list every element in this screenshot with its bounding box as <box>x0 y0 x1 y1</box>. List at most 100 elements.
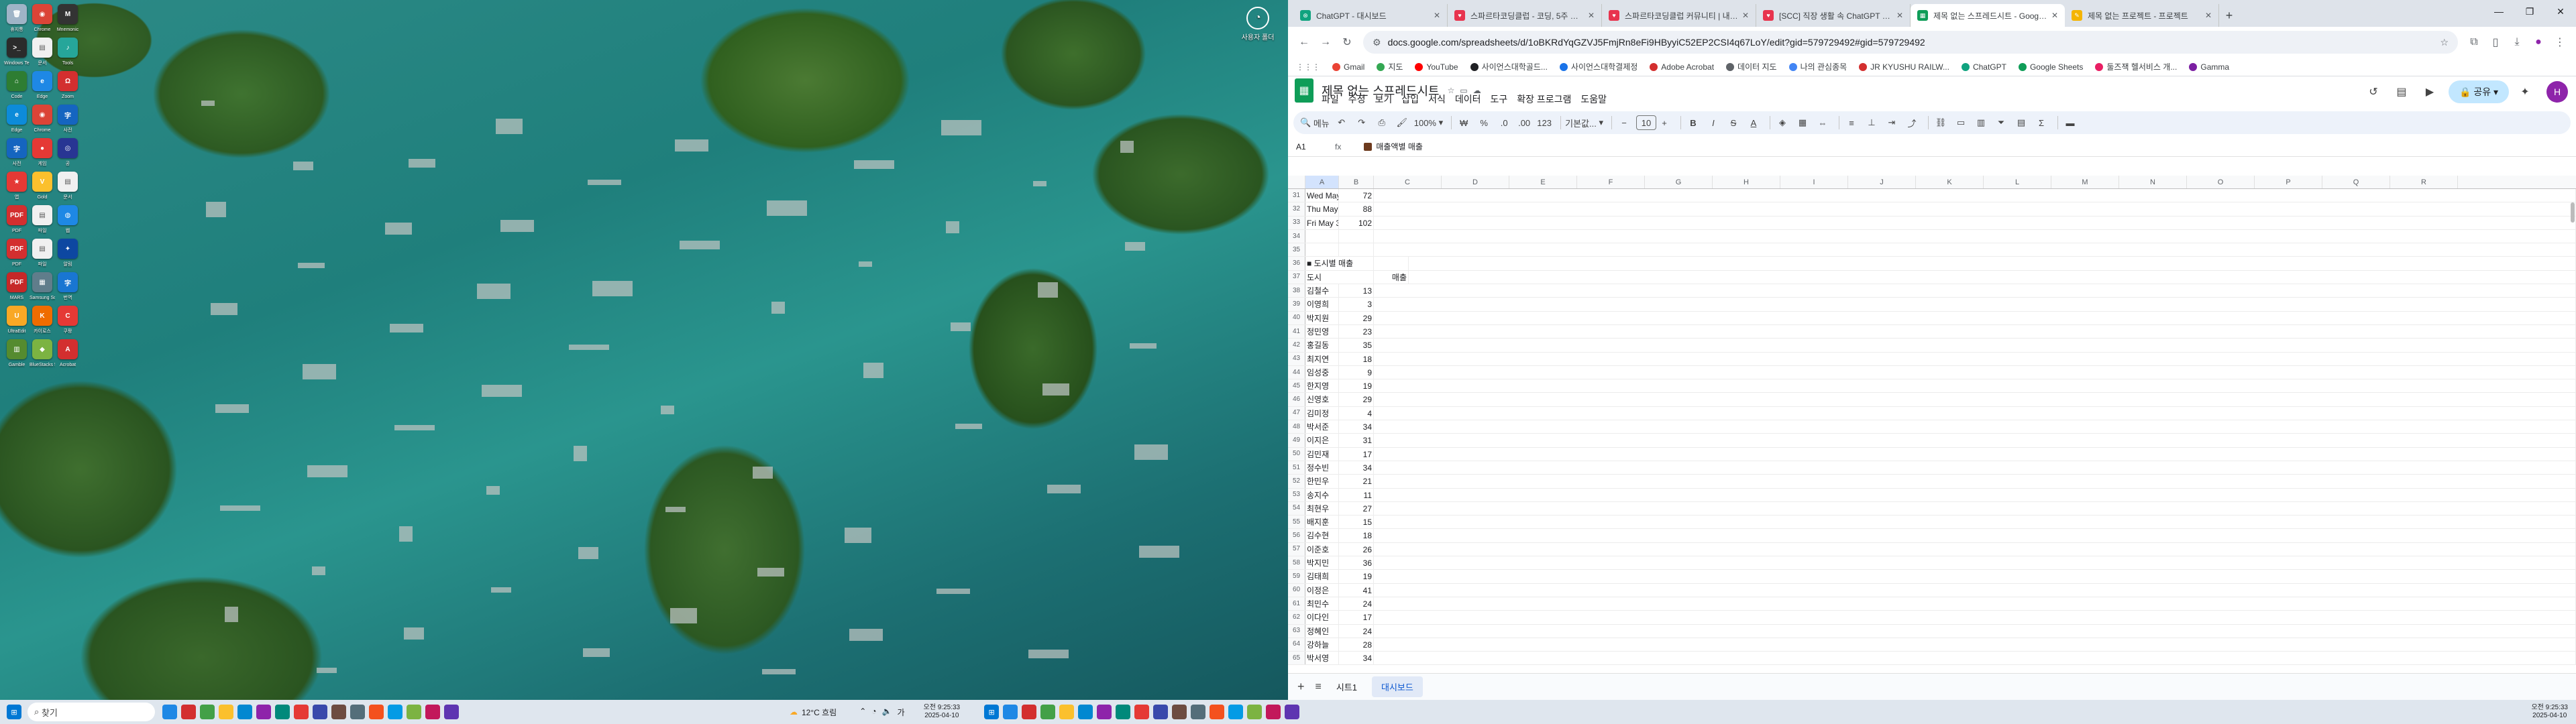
column-header[interactable]: P <box>2255 176 2322 188</box>
address-url[interactable]: docs.google.com/spreadsheets/d/1oBKRdYqG… <box>1388 37 2440 48</box>
taskbar-app-icon[interactable] <box>1285 705 1300 719</box>
taskbar-app-icon[interactable] <box>237 705 252 719</box>
bold-button[interactable]: B <box>1685 114 1701 131</box>
taskbar-app-icon[interactable] <box>256 705 271 719</box>
cell[interactable]: 이다인 <box>1305 611 1339 624</box>
cell-empty[interactable] <box>1374 339 2576 352</box>
decrease-decimal-button[interactable]: .0 <box>1496 114 1512 131</box>
row-header[interactable]: 64 <box>1288 638 1305 652</box>
cell-empty[interactable] <box>1374 365 2576 379</box>
share-button[interactable]: 🔒 공유 ▾ <box>2448 80 2509 103</box>
extensions-icon[interactable]: ⧉ <box>2463 32 2485 53</box>
name-box[interactable]: A1 <box>1288 142 1335 152</box>
cell-empty[interactable] <box>1374 229 2576 243</box>
cell-empty[interactable] <box>1374 501 2576 516</box>
undo-icon[interactable]: ↶ <box>1334 114 1350 131</box>
search-menu[interactable]: 🔍 메뉴 <box>1300 114 1330 131</box>
cell[interactable] <box>1305 243 1339 257</box>
cell[interactable]: 34 <box>1339 652 1374 665</box>
cell[interactable]: 19 <box>1339 570 1374 583</box>
column-header[interactable]: Q <box>2322 176 2390 188</box>
cell[interactable]: 정수빈 <box>1305 461 1339 475</box>
spreadsheet-grid[interactable]: ABCDEFGHIJKLMNOPQR 31Wed May 29 20247232… <box>1288 176 2576 680</box>
redo-icon[interactable]: ↷ <box>1354 114 1370 131</box>
link-icon[interactable]: ⛓ <box>1933 114 1949 131</box>
row-header[interactable]: 49 <box>1288 434 1305 447</box>
cell-empty[interactable] <box>1374 570 2576 583</box>
cell-empty[interactable] <box>1374 393 2576 406</box>
cell[interactable]: 29 <box>1339 311 1374 324</box>
taskbar-app-icon[interactable] <box>1134 705 1150 719</box>
filter-icon[interactable]: ⏷ <box>1993 114 2009 131</box>
row-header[interactable]: 44 <box>1288 365 1305 379</box>
menu-item[interactable]: 확장 프로그램 <box>1517 93 1571 106</box>
cell-empty[interactable] <box>1409 257 2576 270</box>
row-header[interactable]: 50 <box>1288 447 1305 461</box>
filter-views-icon[interactable]: ▤ <box>2013 114 2029 131</box>
desktop-icon[interactable]: ◆ BlueStacks 5 <box>30 339 55 391</box>
cell[interactable]: 3 <box>1339 298 1374 311</box>
browser-tab[interactable]: ♥ [SCC] 직장 생활 속 ChatGPT 활용... ✕ <box>1756 4 1911 27</box>
clock[interactable]: 오전 9:25:33 2025-04-10 <box>924 704 961 720</box>
row-header[interactable]: 31 <box>1288 189 1305 202</box>
cell-empty[interactable] <box>1374 652 2576 665</box>
cell[interactable]: 김미정 <box>1305 406 1339 420</box>
cell[interactable]: 4 <box>1339 406 1374 420</box>
font-select[interactable]: 기본값... ▾ <box>1565 114 1603 131</box>
menu-item[interactable]: 보기 <box>1375 93 1393 106</box>
column-header[interactable]: N <box>2119 176 2187 188</box>
cell-empty[interactable] <box>1374 352 2576 365</box>
cell[interactable]: 박서영 <box>1305 652 1339 665</box>
cell-empty[interactable] <box>1374 542 2576 556</box>
menu-item[interactable]: 삽입 <box>1401 93 1419 106</box>
cell[interactable]: 이지은 <box>1305 434 1339 447</box>
bookmark-item[interactable]: 사이언스대학결제정 <box>1559 61 1638 72</box>
taskbar-app-icon[interactable] <box>331 705 346 719</box>
gemini-icon[interactable]: ✦ <box>2513 82 2537 102</box>
row-header[interactable]: 38 <box>1288 284 1305 298</box>
cell[interactable]: 29 <box>1339 393 1374 406</box>
taskbar-app-icon[interactable] <box>407 705 421 719</box>
bookmark-item[interactable]: YouTube <box>1415 62 1458 72</box>
bookmark-item[interactable]: JR KYUSHU RAILW... <box>1859 62 1949 72</box>
comments-icon[interactable]: ▤ <box>2390 82 2414 102</box>
bookmark-item[interactable]: 나의 관심종목 <box>1788 61 1847 72</box>
select-all-corner[interactable] <box>1288 176 1305 188</box>
cell-empty[interactable] <box>1374 597 2576 611</box>
taskbar-app-icon[interactable] <box>1172 705 1187 719</box>
row-header[interactable]: 37 <box>1288 270 1305 284</box>
taskbar-app-icon[interactable] <box>294 705 309 719</box>
cell[interactable] <box>1339 229 1374 243</box>
cell[interactable]: 최민수 <box>1305 597 1339 611</box>
taskbar-app-icon[interactable] <box>350 705 365 719</box>
taskbar-app-icon[interactable] <box>369 705 384 719</box>
row-header[interactable]: 59 <box>1288 570 1305 583</box>
taskbar-app-icon[interactable] <box>1153 705 1169 719</box>
tab-close-icon[interactable]: ✕ <box>2205 11 2212 20</box>
cell-empty[interactable] <box>1374 379 2576 393</box>
increase-decimal-button[interactable]: .00 <box>1516 114 1532 131</box>
all-sheets-button[interactable]: ≡ <box>1316 681 1322 693</box>
cell-empty[interactable] <box>1374 624 2576 638</box>
cell-empty[interactable] <box>1374 447 2576 461</box>
taskbar-app-icon[interactable] <box>219 705 233 719</box>
cell-empty[interactable] <box>1374 529 2576 542</box>
cell[interactable]: 17 <box>1339 611 1374 624</box>
cell-empty[interactable] <box>1374 284 2576 298</box>
cell[interactable]: 신영호 <box>1305 393 1339 406</box>
cell[interactable]: 28 <box>1339 638 1374 652</box>
new-tab-button[interactable]: + <box>2219 4 2239 27</box>
cell[interactable]: 박서준 <box>1305 420 1339 434</box>
rotate-icon[interactable]: ⤴ <box>1904 114 1920 131</box>
cell[interactable]: 18 <box>1339 529 1374 542</box>
cell-empty[interactable] <box>1374 434 2576 447</box>
cell[interactable]: Thu May 30 2024 <box>1305 202 1339 216</box>
row-header[interactable]: 60 <box>1288 583 1305 597</box>
reload-icon[interactable]: ↻ <box>1336 32 1358 53</box>
cell-empty[interactable] <box>1374 189 2576 202</box>
borders-icon[interactable]: ▦ <box>1794 114 1811 131</box>
column-header[interactable]: B <box>1339 176 1374 188</box>
cell[interactable]: 배지훈 <box>1305 516 1339 529</box>
cell[interactable]: 최현우 <box>1305 501 1339 516</box>
row-header[interactable]: 48 <box>1288 420 1305 434</box>
